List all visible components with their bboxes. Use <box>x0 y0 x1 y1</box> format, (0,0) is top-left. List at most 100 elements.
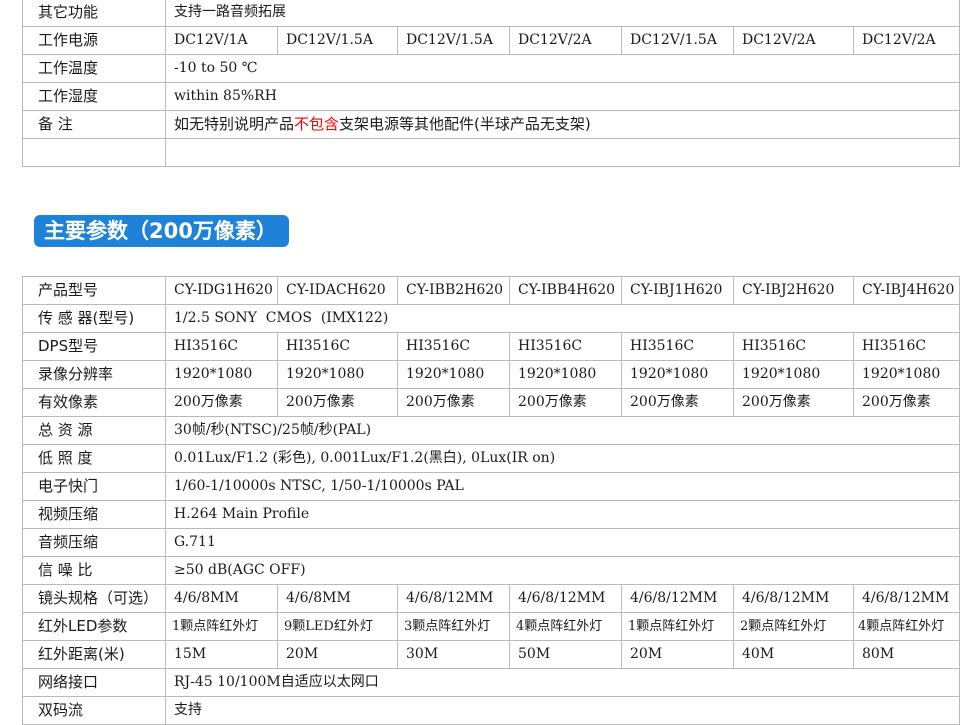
row-label: 低 照 度 <box>22 444 166 473</box>
cell-value: 200万像素 <box>397 388 510 417</box>
cell-value: HI3516C <box>509 332 622 361</box>
table-row: DPS型号 HI3516C HI3516C HI3516C HI3516C HI… <box>22 332 960 361</box>
cell-value: CY-IBB2H620 <box>397 276 510 305</box>
table-row: 网络接口 RJ-45 10/100M自适应以太网口 <box>22 668 960 697</box>
row-label: 红外LED参数 <box>22 612 166 641</box>
row-label: 音频压缩 <box>22 528 166 557</box>
table-row: 低 照 度 0.01Lux/F1.2 (彩色), 0.001Lux/F1.2(黑… <box>22 444 960 473</box>
note-highlight: 不包含 <box>294 115 340 133</box>
cell-value: DC12V/2A <box>733 26 854 55</box>
cell-value: DC12V/1.5A <box>621 26 734 55</box>
cell-value: CY-IBB4H620 <box>509 276 622 305</box>
table-row: 电子快门 1/60-1/10000s NTSC, 1/50-1/10000s P… <box>22 472 960 501</box>
cell-value: 40M <box>733 640 854 669</box>
row-label: 工作电源 <box>22 26 166 55</box>
cell-value: CY-IBJ2H620 <box>733 276 854 305</box>
cell-value: 80M <box>853 640 960 669</box>
cell-value: 20M <box>621 640 734 669</box>
row-label: 红外距离(米) <box>22 640 166 669</box>
table-row: 传 感 器(型号) 1/2.5 SONY CMOS (IMX122) <box>22 304 960 333</box>
cell-value: DC12V/1A <box>165 26 278 55</box>
cell-value: 200万像素 <box>733 388 854 417</box>
note-cell: 如无特别说明产品不包含支架电源等其他配件(半球产品无支架) <box>165 110 960 139</box>
cell-value: HI3516C <box>621 332 734 361</box>
table-row: 镜头规格（可选） 4/6/8MM 4/6/8MM 4/6/8/12MM 4/6/… <box>22 584 960 613</box>
cell-value: 1920*1080 <box>621 360 734 389</box>
row-label: 视频压缩 <box>22 500 166 529</box>
spec-table: 产品型号 CY-IDG1H620 CY-IDACH620 CY-IBB2H620… <box>22 276 960 725</box>
cell-value: 9颗LED红外灯 <box>277 612 398 641</box>
cell-value: HI3516C <box>277 332 398 361</box>
cell-value <box>165 138 960 167</box>
cell-value: -10 to 50 ℃ <box>165 54 960 83</box>
row-label: 有效像素 <box>22 388 166 417</box>
cell-value: 1/60-1/10000s NTSC, 1/50-1/10000s PAL <box>165 472 960 501</box>
row-label: 双码流 <box>22 696 166 725</box>
cell-value: CY-IDG1H620 <box>165 276 278 305</box>
cell-value: 3颗点阵红外灯 <box>397 612 510 641</box>
cell-value: DC12V/2A <box>853 26 960 55</box>
row-label: 网络接口 <box>22 668 166 697</box>
cell-value: 0.01Lux/F1.2 (彩色), 0.001Lux/F1.2(黑白), 0L… <box>165 444 960 473</box>
cell-value: CY-IDACH620 <box>277 276 398 305</box>
row-label: 信 噪 比 <box>22 556 166 585</box>
cell-value: 200万像素 <box>165 388 278 417</box>
section-title-badge: 主要参数（200万像素） <box>34 215 289 247</box>
cell-value: DC12V/1.5A <box>397 26 510 55</box>
table-row: 工作温度 -10 to 50 ℃ <box>22 54 960 83</box>
table-row: 产品型号 CY-IDG1H620 CY-IDACH620 CY-IBB2H620… <box>22 276 960 305</box>
cell-value: 4/6/8/12MM <box>853 584 960 613</box>
row-label: 备 注 <box>22 110 166 139</box>
cell-value: HI3516C <box>853 332 960 361</box>
cell-value: 1颗点阵红外灯 <box>621 612 734 641</box>
table-row: 音频压缩 G.711 <box>22 528 960 557</box>
table-row: 工作电源 DC12V/1A DC12V/1.5A DC12V/1.5A DC12… <box>22 26 960 55</box>
table-row: 红外距离(米) 15M 20M 30M 50M 20M 40M 80M <box>22 640 960 669</box>
cell-value: 2颗点阵红外灯 <box>733 612 854 641</box>
cell-value: 1920*1080 <box>509 360 622 389</box>
cell-value: 支持 <box>165 696 960 725</box>
table-row: 红外LED参数 1颗点阵红外灯 9颗LED红外灯 3颗点阵红外灯 4颗点阵红外灯… <box>22 612 960 641</box>
cell-value: 200万像素 <box>509 388 622 417</box>
table-row <box>22 138 960 167</box>
cell-value: 1颗点阵红外灯 <box>165 612 278 641</box>
row-label: 电子快门 <box>22 472 166 501</box>
cell-value: DC12V/1.5A <box>277 26 398 55</box>
row-label <box>22 138 166 167</box>
cell-value: 1920*1080 <box>733 360 854 389</box>
cell-value: within 85%RH <box>165 82 960 111</box>
cell-value: 20M <box>277 640 398 669</box>
row-label: 总 资 源 <box>22 416 166 445</box>
cell-value: 30M <box>397 640 510 669</box>
cell-value: 200万像素 <box>277 388 398 417</box>
cell-value: 15M <box>165 640 278 669</box>
cell-value: 4颗点阵红外灯 <box>853 612 960 641</box>
row-label: 工作湿度 <box>22 82 166 111</box>
table-row: 双码流 支持 <box>22 696 960 725</box>
row-label: 工作温度 <box>22 54 166 83</box>
table-row: 视频压缩 H.264 Main Profile <box>22 500 960 529</box>
table-row: 总 资 源 30帧/秒(NTSC)/25帧/秒(PAL) <box>22 416 960 445</box>
cell-value: 1920*1080 <box>853 360 960 389</box>
cell-value: 4/6/8/12MM <box>397 584 510 613</box>
table-row: 有效像素 200万像素 200万像素 200万像素 200万像素 200万像素 … <box>22 388 960 417</box>
cell-value: DC12V/2A <box>509 26 622 55</box>
cell-value: CY-IBJ1H620 <box>621 276 734 305</box>
cell-value: H.264 Main Profile <box>165 500 960 529</box>
cell-value: 4颗点阵红外灯 <box>509 612 622 641</box>
cell-value: 1920*1080 <box>277 360 398 389</box>
features-table: 其它功能 支持一路音频拓展 工作电源 DC12V/1A DC12V/1.5A D… <box>22 0 960 167</box>
cell-value: 50M <box>509 640 622 669</box>
row-label: 镜头规格（可选） <box>22 584 166 613</box>
row-label: 录像分辨率 <box>22 360 166 389</box>
cell-value: 4/6/8MM <box>165 584 278 613</box>
cell-value: 1920*1080 <box>397 360 510 389</box>
row-label: DPS型号 <box>22 332 166 361</box>
cell-value: 1920*1080 <box>165 360 278 389</box>
table-row: 工作湿度 within 85%RH <box>22 82 960 111</box>
table-row: 录像分辨率 1920*1080 1920*1080 1920*1080 1920… <box>22 360 960 389</box>
table-row: 备 注 如无特别说明产品不包含支架电源等其他配件(半球产品无支架) <box>22 110 960 139</box>
note-text: 支架电源等其他配件(半球产品无支架) <box>339 115 591 133</box>
note-text: 如无特别说明产品 <box>174 115 295 133</box>
cell-value: HI3516C <box>733 332 854 361</box>
